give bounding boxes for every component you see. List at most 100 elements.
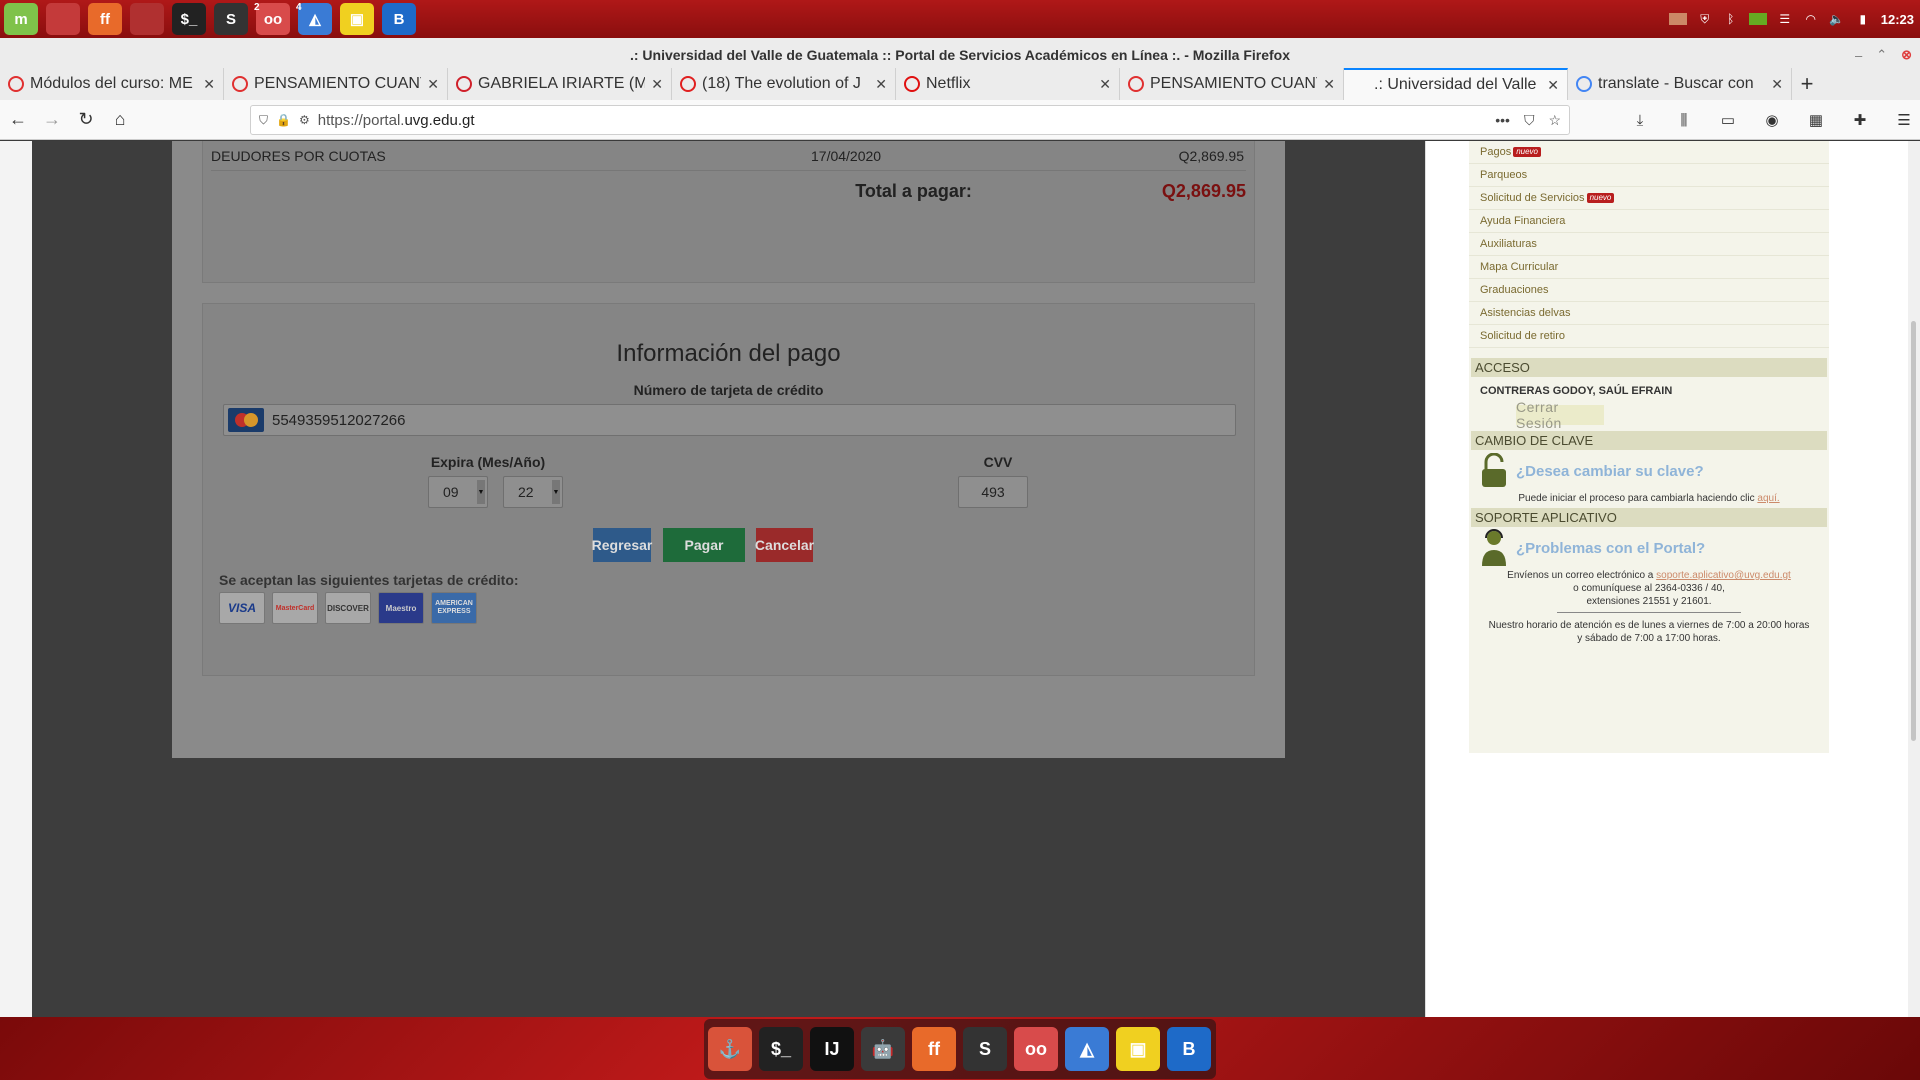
card-number-input[interactable]: 5549359512027266 — [223, 404, 1236, 436]
close-tab-icon[interactable]: ✕ — [651, 76, 663, 93]
extension-icon[interactable]: ▦ — [1800, 104, 1832, 136]
lock-icon: 🔒 — [276, 113, 291, 127]
firefox-icon[interactable]: ff — [912, 1027, 956, 1071]
pay-button[interactable]: Pagar — [663, 528, 745, 562]
mint-menu-icon[interactable]: m — [4, 3, 38, 35]
clock[interactable]: 12:23 — [1881, 12, 1914, 27]
bluej-icon[interactable]: B — [1167, 1027, 1211, 1071]
debt-summary: DEUDORES POR CUOTAS 17/04/2020 Q2,869.95… — [202, 141, 1255, 283]
battery-icon[interactable]: ▮ — [1855, 12, 1871, 26]
support-email-link[interactable]: soporte.aplicativo@uvg.edu.gt — [1656, 570, 1791, 581]
back-button[interactable]: Regresar — [592, 528, 652, 562]
sidebar-item[interactable]: Graduaciones — [1469, 279, 1829, 302]
reload-icon[interactable]: ↻ — [70, 104, 102, 136]
mail-icon[interactable]: ◭ — [1065, 1027, 1109, 1071]
notes-icon[interactable]: ▣ — [1116, 1027, 1160, 1071]
glasses-icon[interactable]: oo 2 — [254, 2, 290, 35]
addons-icon[interactable]: ✚ — [1844, 104, 1876, 136]
table-row: DEUDORES POR CUOTAS 17/04/2020 Q2,869.95 — [211, 141, 1246, 171]
support-hours: Nuestro horario de atención es de lunes … — [1469, 619, 1829, 645]
nvidia-icon[interactable] — [1748, 13, 1767, 25]
browser-tab[interactable]: GABRIELA IRIARTE (M ✕ — [448, 68, 672, 100]
library-icon[interactable]: ⫼ — [1668, 104, 1700, 136]
close-tab-icon[interactable]: ✕ — [1323, 76, 1335, 93]
mail-icon[interactable]: ◭ 4 — [296, 2, 332, 35]
sidebar-icon[interactable]: ▭ — [1712, 104, 1744, 136]
browser-tab[interactable]: .: Universidad del Valle de ✕ — [1344, 68, 1568, 100]
notes-icon[interactable]: ▣ — [340, 3, 374, 35]
sidebar-item[interactable]: Pagos nuevo — [1469, 141, 1829, 164]
tab-label: translate - Buscar con — [1598, 75, 1754, 92]
sidebar-item[interactable]: Mapa Curricular — [1469, 256, 1829, 279]
wifi-icon[interactable]: ◠ — [1803, 12, 1819, 26]
sidebar-item[interactable]: Parqueos — [1469, 164, 1829, 187]
forward-icon[interactable]: → — [36, 104, 68, 136]
support-text: Envíenos un correo electrónico a soporte… — [1469, 569, 1829, 608]
volume-icon[interactable]: 🔈 — [1829, 12, 1845, 26]
bluej-icon[interactable]: B — [382, 3, 416, 35]
pocket-icon[interactable]: ⛉ — [1524, 112, 1535, 129]
minimize-icon[interactable]: – — [1855, 48, 1862, 63]
change-password-link[interactable]: ¿Desea cambiar su clave? — [1516, 463, 1704, 480]
close-tab-icon[interactable]: ✕ — [875, 76, 887, 93]
cvv-input[interactable]: 493 — [958, 476, 1028, 508]
scrollbar-thumb[interactable] — [1911, 321, 1916, 741]
support-line2: o comuníquese al 2364-0336 / 40, — [1573, 583, 1725, 594]
firefox-icon[interactable]: ff — [88, 3, 122, 35]
browser-tab[interactable]: (18) The evolution of J ✕ — [672, 68, 896, 100]
close-tab-icon[interactable]: ✕ — [1547, 77, 1559, 94]
anchor-icon[interactable]: ⚓ — [708, 1027, 752, 1071]
menu-icon[interactable]: ☰ — [1888, 104, 1920, 136]
sidebar-item[interactable]: Solicitud de retiro — [1469, 325, 1829, 348]
sidebar-item[interactable]: Solicitud de Servicios nuevo — [1469, 187, 1829, 210]
expiry-month-select[interactable]: 09 ▼ — [428, 476, 488, 508]
password-here-link[interactable]: aquí. — [1757, 493, 1779, 504]
back-icon[interactable]: ← — [2, 104, 34, 136]
bluetooth-icon[interactable]: ᛒ — [1723, 12, 1739, 26]
browser-tab[interactable]: Módulos del curso: ME ✕ — [0, 68, 224, 100]
tab-favicon-icon — [1128, 76, 1144, 92]
android-icon[interactable]: 🤖 — [861, 1027, 905, 1071]
show-desktop-icon[interactable] — [46, 3, 80, 35]
browser-tab[interactable]: PENSAMIENTO CUANT ✕ — [224, 68, 448, 100]
terminal-icon[interactable]: $_ — [759, 1027, 803, 1071]
sidebar-item[interactable]: Ayuda Financiera — [1469, 210, 1829, 233]
downloads-icon[interactable]: ⤓ — [1624, 104, 1656, 136]
bookmark-star-icon[interactable]: ☆ — [1548, 112, 1561, 129]
workspace-icon[interactable] — [1668, 13, 1687, 25]
close-tab-icon[interactable]: ✕ — [203, 76, 215, 93]
scrollbar[interactable] — [1908, 141, 1920, 1017]
account-icon[interactable]: ◉ — [1756, 104, 1788, 136]
terminal-icon[interactable]: $_ — [172, 3, 206, 35]
expiry-year-select[interactable]: 22 ▼ — [503, 476, 563, 508]
intellij-icon[interactable]: IJ — [810, 1027, 854, 1071]
new-badge: nuevo — [1513, 147, 1541, 157]
maximize-icon[interactable]: ⌃ — [1876, 47, 1887, 63]
cancel-button[interactable]: Cancelar — [755, 528, 814, 562]
browser-tab[interactable]: translate - Buscar con ✕ — [1568, 68, 1792, 100]
portal-problems-link[interactable]: ¿Problemas con el Portal? — [1516, 540, 1705, 557]
browser-tab[interactable]: Netflix ✕ — [896, 68, 1120, 100]
support-line1: Envíenos un correo electrónico a — [1507, 570, 1654, 581]
shield-icon[interactable]: ⛨ — [1697, 12, 1713, 26]
close-tab-icon[interactable]: ✕ — [1771, 76, 1783, 93]
sublime-icon[interactable]: S — [963, 1027, 1007, 1071]
glasses-icon[interactable]: oo — [1014, 1027, 1058, 1071]
support-agent-icon — [1478, 529, 1510, 566]
clipboard-icon[interactable]: ☰ — [1777, 12, 1793, 26]
sublime-icon[interactable]: S — [214, 3, 248, 35]
info-shield-icon[interactable]: ⛉ — [259, 113, 268, 128]
sidebar-item[interactable]: Asistencias delvas — [1469, 302, 1829, 325]
page-actions-icon[interactable]: ••• — [1495, 112, 1510, 129]
files-icon[interactable] — [130, 3, 164, 35]
close-tab-icon[interactable]: ✕ — [427, 76, 439, 93]
new-tab-icon[interactable]: + — [1792, 68, 1822, 100]
close-tab-icon[interactable]: ✕ — [1099, 76, 1111, 93]
sidebar-item[interactable]: Auxiliaturas — [1469, 233, 1829, 256]
home-icon[interactable]: ⌂ — [104, 104, 136, 136]
permissions-icon[interactable]: ⚙ — [299, 113, 310, 127]
logout-button[interactable]: Cerrar Sesión — [1516, 399, 1604, 431]
browser-tab[interactable]: PENSAMIENTO CUANT ✕ — [1120, 68, 1344, 100]
url-bar[interactable]: ⛉ 🔒 ⚙ https://portal. uvg.edu.gt ••• ⛉ ☆ — [250, 105, 1570, 135]
close-window-icon[interactable]: ⊗ — [1901, 47, 1912, 63]
